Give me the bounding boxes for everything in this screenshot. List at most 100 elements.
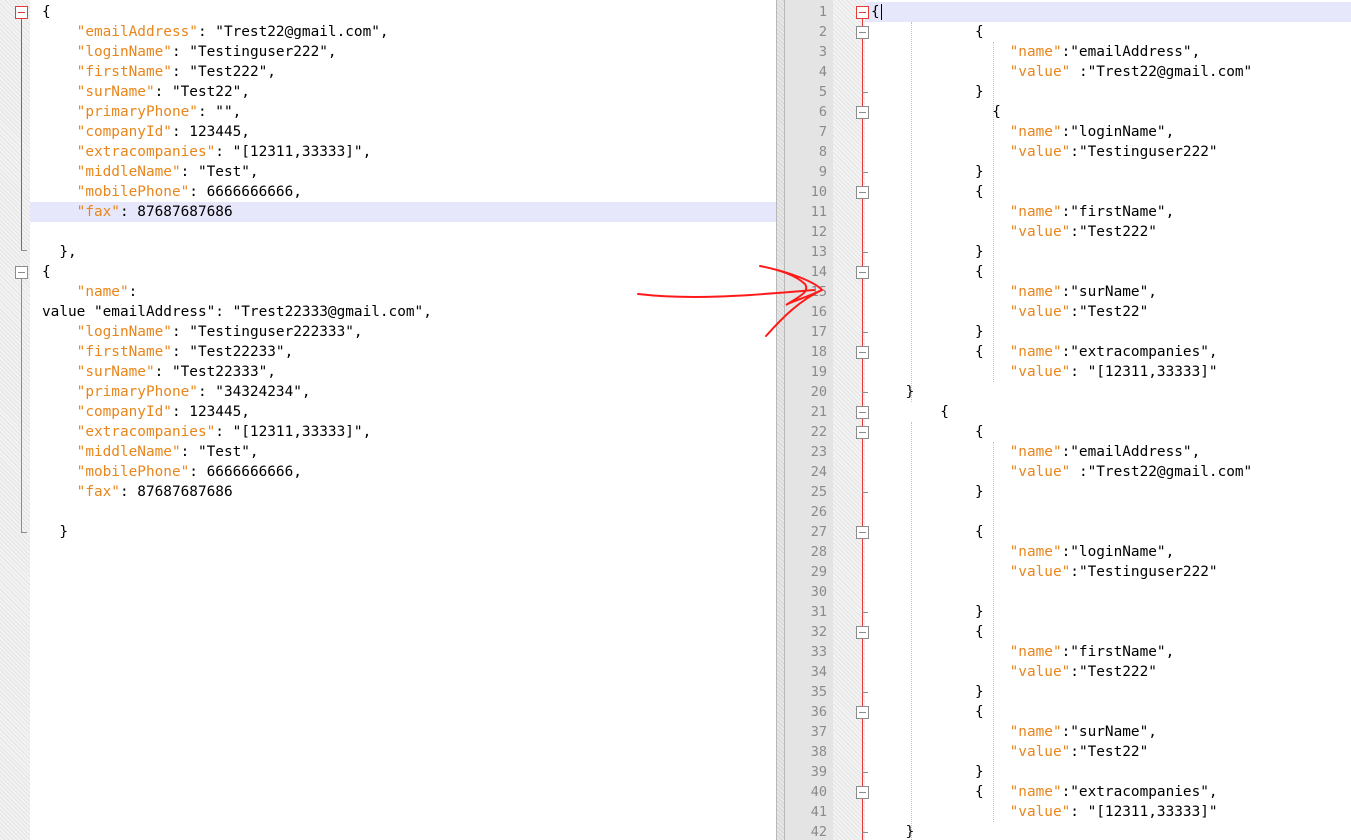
- code-line[interactable]: {: [871, 402, 949, 422]
- code-line[interactable]: {: [871, 182, 984, 202]
- collapse-fold-icon[interactable]: [856, 106, 869, 119]
- code-line[interactable]: }: [42, 522, 68, 542]
- collapse-fold-icon[interactable]: [856, 426, 869, 439]
- code-text: {: [871, 524, 984, 540]
- code-line[interactable]: "value":"Test22": [871, 742, 1149, 762]
- collapse-fold-icon[interactable]: [856, 346, 869, 359]
- code-line[interactable]: {: [871, 2, 880, 22]
- code-line[interactable]: {: [871, 422, 984, 442]
- code-line[interactable]: "value":"Test222": [871, 662, 1157, 682]
- code-line[interactable]: "name":"loginName",: [871, 542, 1175, 562]
- collapse-fold-icon[interactable]: [856, 6, 869, 19]
- code-line[interactable]: { "name":"extracompanies",: [871, 782, 1218, 802]
- code-line[interactable]: "companyId": 123445,: [42, 122, 250, 142]
- code-line[interactable]: "companyId": 123445,: [42, 402, 250, 422]
- code-line[interactable]: },: [42, 242, 76, 262]
- code-line[interactable]: "value" :"Trest22@gmail.com": [871, 62, 1253, 82]
- json-key: "value": [1009, 364, 1071, 380]
- code-line[interactable]: }: [871, 822, 915, 840]
- line-number: 37: [810, 724, 827, 740]
- code-line[interactable]: "extracompanies": "[12311,33333]",: [42, 422, 372, 442]
- code-line[interactable]: "surName": "Test22",: [42, 82, 250, 102]
- code-line[interactable]: {: [42, 262, 51, 282]
- code-line[interactable]: "value":"Test22": [871, 302, 1149, 322]
- code-line[interactable]: "primaryPhone": "",: [42, 102, 242, 122]
- code-line[interactable]: "name":"firstName",: [871, 642, 1175, 662]
- line-number: 30: [810, 584, 827, 600]
- code-line[interactable]: {: [871, 702, 984, 722]
- code-line[interactable]: "firstName": "Test22233",: [42, 342, 294, 362]
- collapse-fold-icon[interactable]: [15, 266, 28, 279]
- code-line[interactable]: {: [871, 522, 984, 542]
- code-line[interactable]: }: [871, 162, 984, 182]
- code-line[interactable]: "fax": 87687687686: [42, 202, 233, 222]
- code-line[interactable]: {: [871, 22, 984, 42]
- code-line[interactable]: "name":"emailAddress",: [871, 442, 1201, 462]
- line-number: 18: [810, 344, 827, 360]
- code-line[interactable]: "loginName": "Testinguser222",: [42, 42, 337, 62]
- code-line[interactable]: }: [871, 762, 984, 782]
- code-text: }: [871, 764, 984, 780]
- collapse-fold-icon[interactable]: [856, 186, 869, 199]
- line-number: 24: [810, 464, 827, 480]
- code-line[interactable]: "value" :"Trest22@gmail.com": [871, 462, 1253, 482]
- code-line[interactable]: {: [871, 262, 984, 282]
- code-line[interactable]: "surName": "Test22333",: [42, 362, 276, 382]
- code-line[interactable]: { "name":"extracompanies",: [871, 342, 1218, 362]
- code-line[interactable]: "firstName": "Test222",: [42, 62, 276, 82]
- code-line[interactable]: }: [871, 322, 984, 342]
- code-text: :"emailAddress",: [1061, 44, 1201, 60]
- code-line[interactable]: "emailAddress": "Trest22@gmail.com",: [42, 22, 389, 42]
- code-line[interactable]: {: [871, 622, 984, 642]
- code-line[interactable]: "extracompanies": "[12311,33333]",: [42, 142, 372, 162]
- code-line[interactable]: "primaryPhone": "34324234",: [42, 382, 311, 402]
- code-line[interactable]: "name":"surName",: [871, 282, 1157, 302]
- code-line[interactable]: }: [871, 82, 984, 102]
- code-line[interactable]: "value": "[12311,33333]": [871, 802, 1218, 822]
- code-line[interactable]: "middleName": "Test",: [42, 162, 259, 182]
- collapse-fold-icon[interactable]: [15, 6, 28, 19]
- collapse-fold-icon[interactable]: [856, 786, 869, 799]
- code-line[interactable]: "name":: [42, 282, 138, 302]
- code-line[interactable]: value "emailAddress": "Trest22333@gmail.…: [42, 302, 432, 322]
- code-line[interactable]: "value":"Testinguser222": [871, 142, 1218, 162]
- code-line[interactable]: }: [871, 242, 984, 262]
- code-line[interactable]: {: [871, 102, 1001, 122]
- code-line[interactable]: "name":"surName",: [871, 722, 1157, 742]
- code-line[interactable]: }: [871, 602, 984, 622]
- code-line[interactable]: }: [871, 382, 915, 402]
- json-key: "name": [1009, 644, 1062, 660]
- code-line[interactable]: "name":"emailAddress",: [871, 42, 1201, 62]
- code-line[interactable]: "middleName": "Test",: [42, 442, 259, 462]
- code-line[interactable]: "value":"Test222": [871, 222, 1157, 242]
- collapse-fold-icon[interactable]: [856, 626, 869, 639]
- pane-splitter[interactable]: [776, 0, 785, 840]
- code-line[interactable]: "name":"loginName",: [871, 122, 1175, 142]
- left-editor-pane[interactable]: { "emailAddress": "Trest22@gmail.com", "…: [0, 0, 776, 840]
- collapse-fold-icon[interactable]: [856, 526, 869, 539]
- code-text: {: [871, 4, 880, 20]
- fold-end-marker: [862, 832, 868, 833]
- code-text: {: [42, 264, 51, 280]
- json-key: "value": [1009, 464, 1071, 480]
- collapse-fold-icon[interactable]: [856, 706, 869, 719]
- code-line[interactable]: "mobilePhone": 6666666666,: [42, 462, 302, 482]
- code-line[interactable]: "mobilePhone": 6666666666,: [42, 182, 302, 202]
- code-line[interactable]: }: [871, 482, 984, 502]
- code-line[interactable]: "name":"firstName",: [871, 202, 1175, 222]
- collapse-fold-icon[interactable]: [856, 26, 869, 39]
- right-editor-pane[interactable]: { { "name":"emailAddress", "value" :"Tre…: [785, 0, 1351, 840]
- collapse-fold-icon[interactable]: [856, 266, 869, 279]
- code-line[interactable]: }: [871, 682, 984, 702]
- code-line[interactable]: "value": "[12311,33333]": [871, 362, 1218, 382]
- code-line[interactable]: "value":"Testinguser222": [871, 562, 1218, 582]
- code-line[interactable]: {: [42, 2, 51, 22]
- collapse-fold-icon[interactable]: [856, 406, 869, 419]
- code-text: : "Test22233",: [171, 344, 294, 360]
- code-line[interactable]: "loginName": "Testinguser222333",: [42, 322, 363, 342]
- code-text: :"Test22": [1070, 304, 1149, 320]
- code-line[interactable]: "fax": 87687687686: [42, 482, 233, 502]
- line-number: 28: [810, 544, 827, 560]
